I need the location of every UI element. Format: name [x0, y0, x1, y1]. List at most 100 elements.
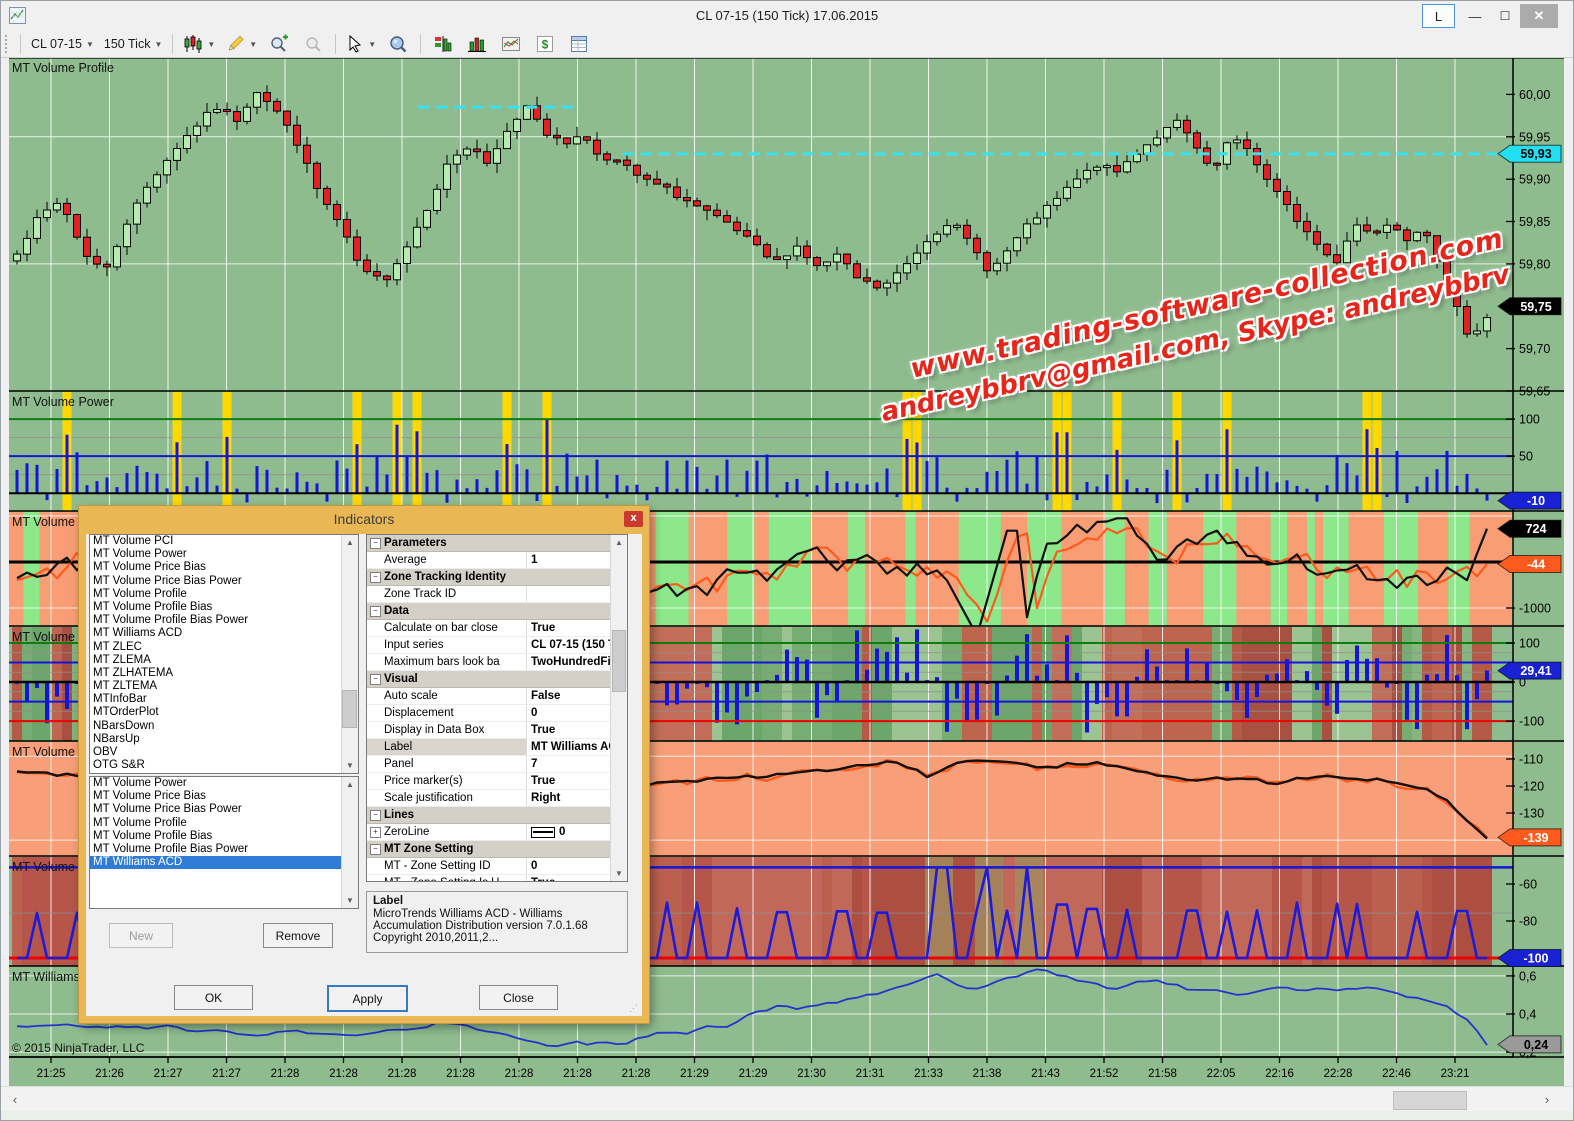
scrollbar[interactable]: ▲▼	[341, 535, 358, 773]
price-marker: -139	[1498, 829, 1561, 846]
separator	[172, 34, 173, 54]
property-row[interactable]: MT - Zone Setting Is UTrue	[367, 875, 627, 882]
scroll-left-arrow[interactable]: ‹	[3, 1089, 27, 1109]
scrollbar[interactable]: ▲▼	[341, 777, 358, 908]
new-button[interactable]: New	[109, 923, 173, 948]
close-button[interactable]: ✕	[1520, 4, 1558, 28]
list-item[interactable]: NBarsDown	[90, 720, 358, 733]
axis-tick-label: 0,4	[1519, 1008, 1536, 1022]
volume-button[interactable]	[462, 32, 492, 56]
account-button[interactable]: $	[530, 32, 560, 56]
zoom-out-button[interactable]	[298, 32, 328, 56]
resize-grip[interactable]: ⋰	[629, 1003, 639, 1014]
scroll-up-icon[interactable]: ▲	[342, 535, 358, 550]
scroll-down-icon[interactable]: ▼	[342, 893, 358, 908]
list-item[interactable]: MT Volume Price Bias	[90, 790, 358, 803]
list-item[interactable]: MT Volume PCI	[90, 535, 358, 548]
dialog-close-button[interactable]: Close	[479, 985, 558, 1010]
list-item[interactable]: MT Volume Price Bias Power	[90, 575, 358, 588]
remove-button[interactable]: Remove	[263, 923, 333, 948]
property-row[interactable]: Zone Track ID	[367, 586, 627, 603]
list-item[interactable]: MT Volume Power	[90, 548, 358, 561]
scroll-up-icon[interactable]: ▲	[611, 535, 627, 550]
time-label: 21:31	[856, 1068, 885, 1080]
axis-tick-label: -120	[1519, 780, 1544, 794]
list-item[interactable]: MT ZLEMA	[90, 654, 358, 667]
property-row[interactable]: Auto scaleFalse	[367, 688, 627, 705]
link-button[interactable]: L	[1422, 4, 1455, 28]
scrollbar[interactable]: ▲▼	[610, 535, 627, 881]
scroll-down-icon[interactable]: ▼	[611, 866, 627, 881]
scrollbar-thumb[interactable]	[1393, 1091, 1467, 1110]
list-item[interactable]: MT Williams ACD	[90, 627, 358, 640]
list-item[interactable]: MT Volume Price Bias Power	[90, 803, 358, 816]
scroll-up-icon[interactable]: ▲	[342, 777, 358, 792]
list-item[interactable]: OTG S&R	[90, 759, 358, 772]
property-group[interactable]: −Lines	[367, 807, 627, 824]
dialog-close-icon[interactable]: x	[624, 511, 643, 527]
scrollbar-thumb[interactable]	[342, 690, 357, 728]
scrollbar-thumb[interactable]	[612, 630, 626, 692]
draw-button[interactable]: ▼	[222, 32, 260, 56]
scroll-right-arrow[interactable]: ›	[1535, 1089, 1559, 1109]
instrument-dropdown[interactable]: CL 07-15▼	[28, 32, 97, 56]
list-item[interactable]: MT Volume Profile Bias Power	[90, 843, 358, 856]
property-group[interactable]: −Parameters	[367, 535, 627, 552]
list-item[interactable]: OBV	[90, 746, 358, 759]
configured-indicators-list[interactable]: MT Volume PowerMT Volume Price BiasMT Vo…	[89, 776, 359, 909]
time-label: 22:28	[1324, 1068, 1353, 1080]
toolbar-grip[interactable]	[5, 35, 11, 53]
data-box-button[interactable]	[383, 32, 413, 56]
list-item[interactable]: MT ZLTEMA	[90, 680, 358, 693]
property-row[interactable]: Average1	[367, 552, 627, 569]
chart-style-button[interactable]: ▼	[180, 32, 218, 56]
property-row[interactable]: +ZeroLine0	[367, 824, 627, 841]
property-row[interactable]: Price marker(s)True	[367, 773, 627, 790]
property-row[interactable]: Input seriesCL 07-15 (150 Tick)	[367, 637, 627, 654]
available-indicators-list[interactable]: MT Volume PCIMT Volume PowerMT Volume Pr…	[89, 534, 359, 774]
list-item[interactable]: NBarsUp	[90, 733, 358, 746]
snapshot-button[interactable]	[496, 32, 526, 56]
property-grid[interactable]: −ParametersAverage1−Zone Tracking Identi…	[366, 534, 628, 882]
property-group[interactable]: −Zone Tracking Identity	[367, 569, 627, 586]
list-item[interactable]: MT Volume Power	[90, 777, 358, 790]
horizontal-scrollbar[interactable]: ‹ ›	[1, 1086, 1574, 1112]
maximize-button[interactable]: ☐	[1491, 4, 1519, 28]
chevron-down-icon: ▼	[368, 40, 376, 49]
grid-button[interactable]	[564, 32, 594, 56]
ok-button[interactable]: OK	[174, 985, 253, 1010]
list-item[interactable]: MT Williams ACD	[90, 856, 358, 869]
property-group[interactable]: −Data	[367, 603, 627, 620]
list-item[interactable]: MT Volume Profile	[90, 817, 358, 830]
property-row[interactable]: Panel7	[367, 756, 627, 773]
chevron-down-icon: ▼	[207, 40, 215, 49]
dialog-title[interactable]: Indicators	[79, 506, 649, 534]
list-item[interactable]: MT ZLEC	[90, 641, 358, 654]
cursor-button[interactable]: ▼	[343, 32, 379, 56]
property-group[interactable]: −MT Zone Setting	[367, 841, 627, 858]
list-item[interactable]: MT Volume Profile Bias	[90, 601, 358, 614]
property-row[interactable]: Displacement0	[367, 705, 627, 722]
property-row[interactable]: Scale justificationRight	[367, 790, 627, 807]
minimize-button[interactable]: —	[1461, 4, 1489, 28]
time-label: 21:29	[739, 1068, 768, 1080]
svg-text:-139: -139	[1523, 831, 1548, 845]
property-row[interactable]: LabelMT Williams ACD	[367, 739, 627, 756]
list-item[interactable]: MT Volume Profile	[90, 588, 358, 601]
list-item[interactable]: MT Volume Profile Bias Power	[90, 614, 358, 627]
property-row[interactable]: Maximum bars look baTwoHundredFiftySix	[367, 654, 627, 671]
scroll-down-icon[interactable]: ▼	[342, 758, 358, 773]
property-row[interactable]: Display in Data BoxTrue	[367, 722, 627, 739]
list-item[interactable]: MT Volume Price Bias	[90, 561, 358, 574]
apply-button[interactable]: Apply	[327, 985, 408, 1012]
chart-trader-button[interactable]	[428, 32, 458, 56]
property-row[interactable]: Calculate on bar closeTrue	[367, 620, 627, 637]
period-dropdown[interactable]: 150 Tick▼	[101, 32, 165, 56]
list-item[interactable]: MT Volume Profile Bias	[90, 830, 358, 843]
property-group[interactable]: −Visual	[367, 671, 627, 688]
list-item[interactable]: MT ZLHATEMA	[90, 667, 358, 680]
property-row[interactable]: MT - Zone Setting ID0	[367, 858, 627, 875]
zoom-in-button[interactable]	[264, 32, 294, 56]
list-item[interactable]: MTOrderPlot	[90, 706, 358, 719]
list-item[interactable]: MTInfoBar	[90, 693, 358, 706]
